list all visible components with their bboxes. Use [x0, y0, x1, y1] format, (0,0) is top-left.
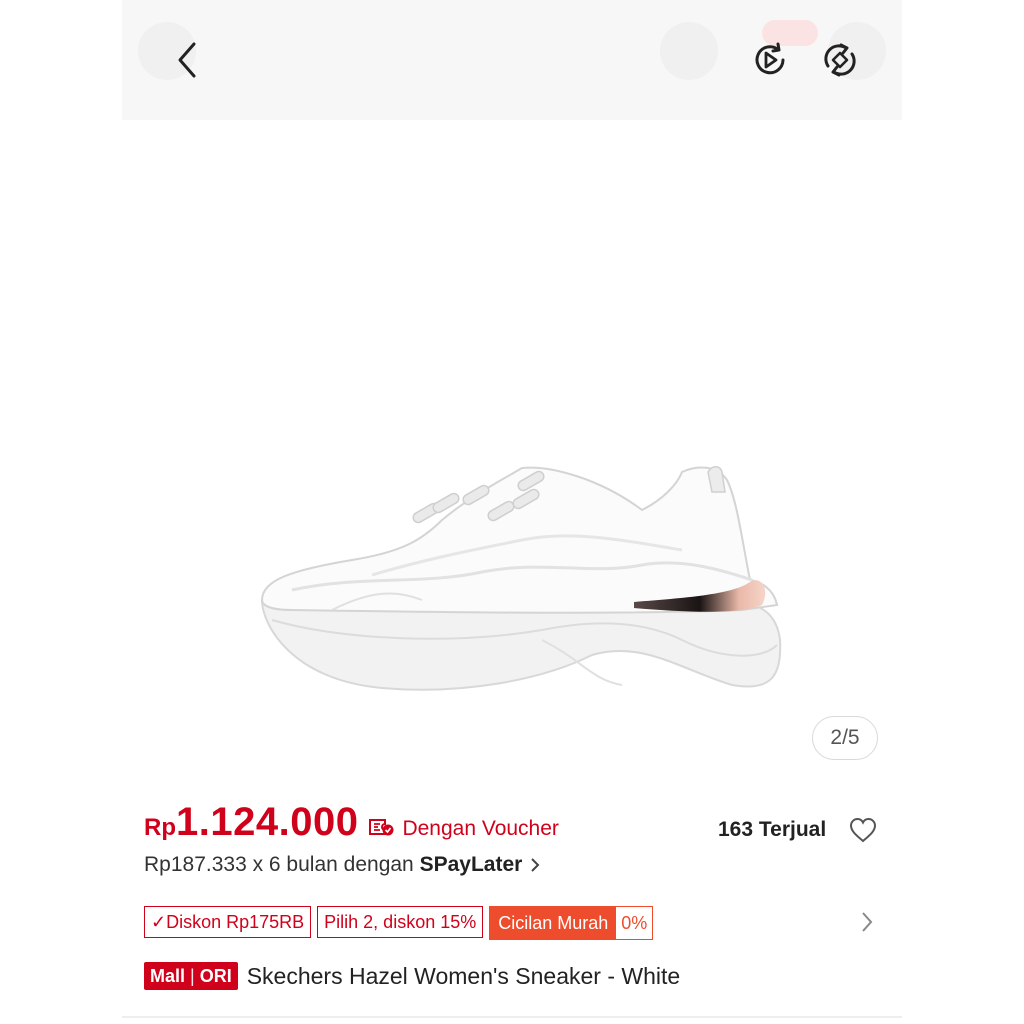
rotate-view-icon [824, 43, 856, 77]
favorite-button[interactable] [848, 816, 878, 849]
installment-promo-label: Cicilan Murah [490, 907, 617, 939]
product-image[interactable] [122, 120, 902, 780]
heart-icon [849, 817, 877, 843]
discount-tag: ✓Diskon Rp175RB [144, 906, 312, 938]
divider [122, 1016, 902, 1018]
image-page-indicator: 2/5 [812, 716, 878, 760]
price-row: Rp 1.124.000 Dengan Voucher [144, 800, 559, 856]
installment-brand: SPayLater [419, 853, 523, 876]
back-button[interactable] [162, 30, 212, 90]
video-play-icon [755, 42, 785, 75]
sold-count: 163 Terjual [718, 818, 827, 841]
chevron-left-icon [178, 42, 196, 78]
badge-separator: | [190, 965, 195, 986]
chevron-right-icon [862, 912, 873, 932]
installment-text: Rp187.333 x 6 bulan dengan [144, 853, 420, 876]
installment-promo-value: 0% [616, 907, 653, 939]
share-button-background [660, 22, 718, 80]
promo-tags-expand[interactable] [860, 910, 874, 939]
top-bar [122, 0, 902, 120]
mall-badge-label: Mall [150, 965, 186, 986]
sneaker-image [260, 466, 782, 691]
product-title-row: Mall | ORI Skechers Hazel Women's Sneake… [144, 962, 680, 990]
bundle-discount-tag: Pilih 2, diskon 15% [317, 906, 484, 938]
mall-ori-badge: Mall | ORI [144, 962, 238, 990]
chevron-right-icon [531, 858, 540, 872]
rotate-view-button[interactable] [816, 36, 864, 84]
ori-badge-label: ORI [199, 965, 232, 986]
installment-info[interactable]: Rp187.333 x 6 bulan dengan SPayLater [144, 853, 540, 877]
promo-tags[interactable]: ✓Diskon Rp175RB Pilih 2, diskon 15% Cici… [144, 906, 654, 940]
voucher-icon [368, 817, 394, 842]
product-page: 2/5 Rp 1.124.000 Dengan Voucher 163 Terj… [122, 0, 902, 1024]
price-currency: Rp [144, 814, 176, 841]
voucher-label[interactable]: Dengan Voucher [402, 817, 558, 841]
video-button[interactable] [746, 36, 794, 84]
installment-promo-tag: Cicilan Murah 0% [489, 906, 654, 940]
price-amount: 1.124.000 [176, 800, 359, 844]
product-title: Skechers Hazel Women's Sneaker - White [246, 962, 681, 989]
